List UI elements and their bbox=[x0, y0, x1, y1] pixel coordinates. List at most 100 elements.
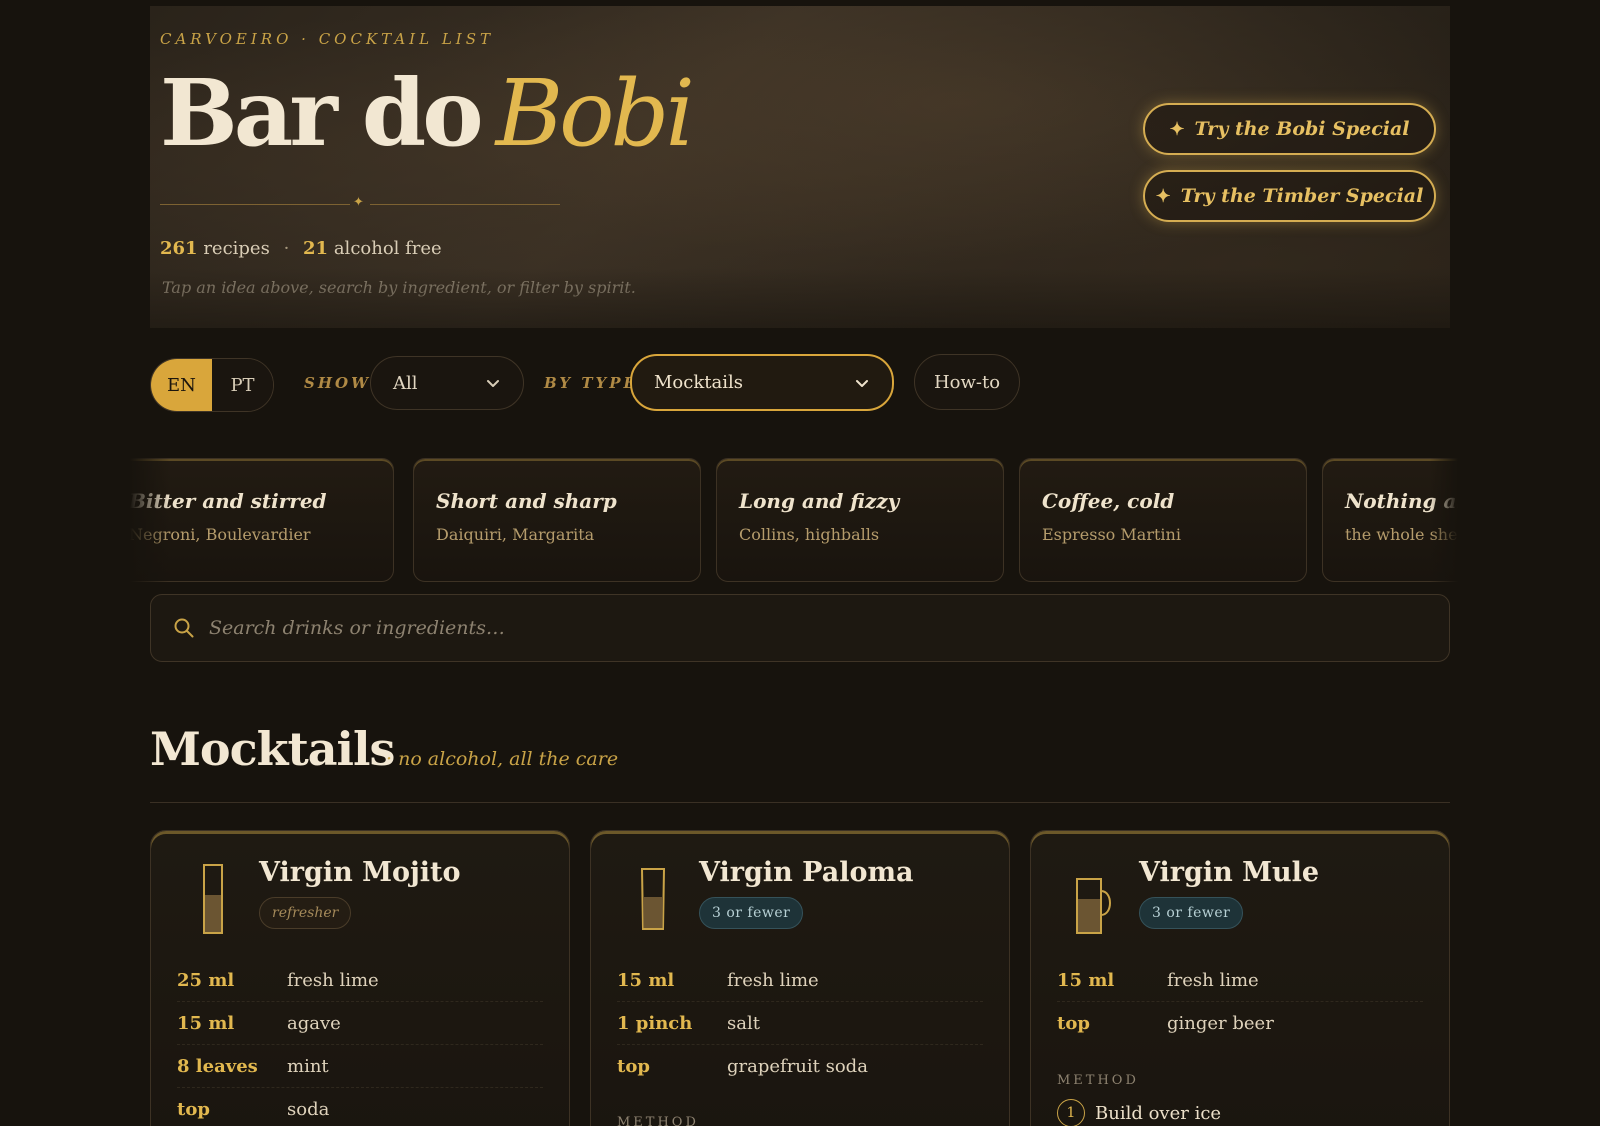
recipe-stats: 261 recipes · 21 alcohol free bbox=[160, 238, 442, 259]
ingredient-qty: 15 ml bbox=[617, 969, 675, 991]
hero-kicker: CARVOEIRO · COCKTAIL LIST bbox=[160, 30, 495, 48]
section-divider bbox=[150, 802, 1450, 803]
method-label: METHOD bbox=[1057, 1073, 1139, 1088]
show-select-value: All bbox=[393, 372, 418, 394]
highball-glass-icon bbox=[203, 864, 223, 934]
idea-examples: Espresso Martini bbox=[1042, 525, 1181, 544]
recipe-tag: 3 or fewer bbox=[699, 897, 804, 929]
idea-examples: the whole shelf o bbox=[1345, 525, 1470, 544]
ingredient-qty: 15 ml bbox=[1057, 969, 1115, 991]
sparkle-ornament-icon: ✦ bbox=[353, 195, 364, 210]
ingredient-name: fresh lime bbox=[1167, 969, 1259, 991]
ingredient-row: 25 ml fresh lime bbox=[177, 959, 543, 1002]
ingredient-qty: top bbox=[177, 1098, 210, 1120]
recipe-name: Virgin Mojito bbox=[259, 857, 461, 888]
ingredient-name: grapefruit soda bbox=[727, 1056, 868, 1077]
ingredient-row: top grapefruit soda bbox=[617, 1045, 983, 1088]
ingredient-list: 15 ml fresh lime top ginger beer bbox=[1057, 959, 1423, 1045]
ingredient-row: 8 leaves mint bbox=[177, 1045, 543, 1088]
ingredient-row: 15 ml agave bbox=[177, 1002, 543, 1045]
ingredient-list: 15 ml fresh lime 1 pinch salt top grapefrui… bbox=[617, 959, 983, 1088]
search-bar bbox=[150, 594, 1450, 662]
idea-card[interactable]: Bitter and stirred Negroni, Boulevardier bbox=[130, 458, 394, 582]
show-select[interactable]: All bbox=[370, 356, 524, 410]
ideas-carousel[interactable]: Bitter and stirred Negroni, Boulevardier… bbox=[130, 458, 1470, 584]
ingredient-name: agave bbox=[287, 1012, 341, 1034]
idea-title: Bitter and stirred bbox=[130, 489, 327, 513]
ingredient-list: 25 ml fresh lime 15 ml agave 8 leaves mint … bbox=[177, 959, 543, 1126]
recipe-card[interactable]: Virgin Mule 3 or fewer 15 ml fresh lime t… bbox=[1030, 830, 1450, 1126]
ingredient-qty: 15 ml bbox=[177, 1012, 235, 1034]
idea-card[interactable]: Coffee, cold Espresso Martini bbox=[1019, 458, 1307, 582]
ingredient-row: 15 ml fresh lime bbox=[617, 959, 983, 1002]
step-text: Build over ice bbox=[1095, 1102, 1222, 1124]
idea-title: Coffee, cold bbox=[1042, 489, 1175, 513]
method-label: METHOD bbox=[617, 1115, 699, 1126]
ingredient-qty: 8 leaves bbox=[177, 1055, 258, 1077]
ornament-divider: ✦ bbox=[160, 195, 560, 210]
search-icon bbox=[174, 618, 194, 638]
chevron-down-icon bbox=[487, 380, 499, 387]
mule-mug-icon bbox=[1076, 878, 1111, 934]
lang-en-button[interactable]: EN bbox=[151, 359, 212, 411]
idea-title: Long and fizzy bbox=[739, 489, 900, 513]
section-subtitle: · no alcohol, all the care bbox=[386, 748, 619, 770]
title-accent: Bobi bbox=[495, 60, 695, 167]
step-number: 1 bbox=[1057, 1099, 1085, 1126]
recipe-card[interactable]: Virgin Paloma 3 or fewer 15 ml fresh lime… bbox=[590, 830, 1010, 1126]
type-select[interactable]: Mocktails bbox=[630, 354, 894, 411]
title-main: Bar do bbox=[160, 59, 484, 167]
ingredient-qty: top bbox=[617, 1056, 650, 1077]
idea-card[interactable]: Nothing alco the whole shelf o bbox=[1322, 458, 1470, 582]
hero-hint: Tap an idea above, search by ingredient,… bbox=[162, 278, 636, 297]
alcohol-free-count: 21 bbox=[303, 238, 329, 259]
idea-title: Short and sharp bbox=[436, 489, 617, 513]
recipes-label: recipes bbox=[203, 238, 270, 259]
recipe-name: Virgin Paloma bbox=[699, 857, 914, 888]
bobi-special-label: Try the Bobi Special bbox=[1194, 118, 1410, 140]
stats-separator: · bbox=[283, 238, 290, 259]
hero-banner: CARVOEIRO · COCKTAIL LIST Bar do Bobi ✦ 2… bbox=[150, 6, 1450, 328]
ingredient-name: salt bbox=[727, 1012, 760, 1034]
idea-card[interactable]: Long and fizzy Collins, highballs bbox=[716, 458, 1004, 582]
ingredient-row: 15 ml fresh lime bbox=[1057, 959, 1423, 1002]
collins-glass-icon bbox=[640, 868, 666, 930]
timber-special-label: Try the Timber Special bbox=[1180, 185, 1424, 207]
ingredient-name: mint bbox=[287, 1055, 329, 1077]
timber-special-button[interactable]: ✦ Try the Timber Special bbox=[1143, 170, 1436, 222]
search-input[interactable] bbox=[209, 617, 1427, 639]
bobi-special-button[interactable]: ✦ Try the Bobi Special bbox=[1143, 103, 1436, 155]
page-title: Bar do Bobi bbox=[160, 58, 695, 169]
ingredient-qty: 25 ml bbox=[177, 969, 235, 991]
recipe-tag: 3 or fewer bbox=[1139, 897, 1244, 929]
method-step: 1 Build over ice bbox=[1057, 1099, 1221, 1126]
idea-title: Nothing alco bbox=[1345, 489, 1470, 513]
howto-button[interactable]: How-to bbox=[914, 354, 1020, 410]
idea-examples: Negroni, Boulevardier bbox=[130, 525, 311, 544]
idea-card[interactable]: Short and sharp Daiquiri, Margarita bbox=[413, 458, 701, 582]
idea-examples: Collins, highballs bbox=[739, 525, 880, 544]
chevron-down-icon bbox=[856, 379, 868, 387]
ingredient-row: 1 pinch salt bbox=[617, 1002, 983, 1045]
show-filter-label: SHOW bbox=[304, 374, 371, 392]
ingredient-name: ginger beer bbox=[1167, 1013, 1274, 1034]
alcohol-free-label: alcohol free bbox=[333, 238, 442, 259]
recipe-card[interactable]: Virgin Mojito refresher 25 ml fresh lime … bbox=[150, 830, 570, 1126]
ingredient-name: soda bbox=[287, 1098, 330, 1120]
language-toggle: EN PT bbox=[150, 358, 274, 412]
ingredient-name: fresh lime bbox=[727, 969, 819, 991]
ingredient-name: fresh lime bbox=[287, 969, 379, 991]
ingredient-qty: 1 pinch bbox=[617, 1012, 693, 1034]
type-filter-label: BY TYPE bbox=[544, 374, 638, 392]
ingredient-qty: top bbox=[1057, 1013, 1090, 1034]
section-title: Mocktails bbox=[150, 722, 395, 776]
recipe-name: Virgin Mule bbox=[1139, 857, 1320, 888]
ingredient-row: top ginger beer bbox=[1057, 1002, 1423, 1045]
recipe-tag: refresher bbox=[259, 897, 352, 929]
recipes-count: 261 bbox=[160, 238, 198, 259]
type-select-value: Mocktails bbox=[654, 372, 743, 393]
lang-pt-button[interactable]: PT bbox=[212, 359, 273, 411]
sparkle-icon: ✦ bbox=[1155, 185, 1171, 207]
idea-examples: Daiquiri, Margarita bbox=[436, 525, 595, 544]
ingredient-row: top soda bbox=[177, 1088, 543, 1126]
